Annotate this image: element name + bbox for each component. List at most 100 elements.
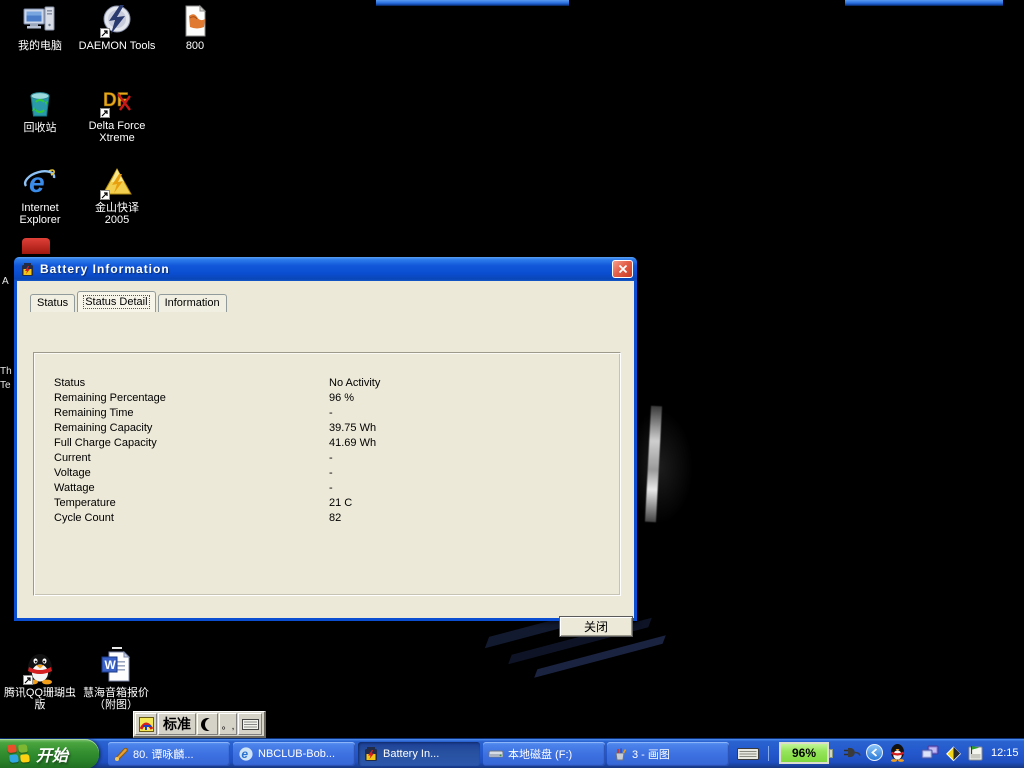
internet-explorer-icon: e (238, 746, 254, 762)
desktop-icon-daemon-tools[interactable]: DAEMON Tools (77, 4, 157, 52)
background-window-sliver[interactable] (376, 0, 569, 6)
battery-information-window: Battery Information Status Status Detail… (14, 257, 637, 621)
tab-status-detail[interactable]: Status Detail (77, 291, 155, 312)
detail-value: No Activity (329, 376, 380, 391)
detail-row: Remaining Percentage96 % (54, 391, 610, 406)
desktop-icon-delta-force[interactable]: DF Delta Force Xtreme (77, 84, 157, 144)
icon-label: Delta Force (77, 120, 157, 132)
ime-language-bar[interactable]: 标准 。, (133, 711, 266, 738)
qq-penguin-icon (23, 651, 57, 685)
detail-row: Cycle Count82 (54, 511, 610, 526)
ime-logo-button[interactable] (135, 713, 157, 735)
ime-fullwidth-button[interactable] (197, 713, 218, 735)
task-flag-tray-icon[interactable] (966, 744, 984, 762)
recycle-bin-icon (23, 86, 57, 120)
ime-logo-icon (139, 717, 154, 732)
my-computer-icon (23, 4, 57, 38)
icon-label: 2005 (77, 214, 157, 226)
desktop-icon-internet-explorer[interactable]: e Internet Explorer (0, 166, 80, 226)
start-button[interactable]: 开始 (0, 739, 99, 768)
icon-label: 800 (155, 40, 235, 52)
desktop-icon-800[interactable]: 800 (155, 4, 235, 52)
detail-value: 39.75 Wh (329, 421, 376, 436)
ime-softkeyboard-button[interactable] (238, 713, 262, 735)
delta-force-icon: DF (100, 84, 134, 118)
detail-value: - (329, 406, 333, 421)
window-titlebar[interactable]: Battery Information (14, 257, 637, 281)
tray-collapse-chevron-icon[interactable] (866, 744, 883, 761)
battery-percent-label: 96% (792, 746, 816, 760)
detail-label: Wattage (54, 481, 329, 496)
ime-punctuation-button[interactable]: 。, (219, 713, 237, 735)
language-keyboard-indicator[interactable] (737, 747, 759, 761)
hidden-desktop-icon[interactable] (22, 238, 50, 254)
detail-value: - (329, 466, 333, 481)
taskbar-button-label: 3 - 画图 (632, 746, 670, 762)
detail-row: StatusNo Activity (54, 376, 610, 391)
battery-app-icon (363, 746, 379, 762)
tab-information[interactable]: Information (158, 294, 227, 312)
taskbar-button-music[interactable]: 80. 谭咏麟... (108, 742, 230, 766)
qq-tray-icon[interactable] (889, 743, 906, 762)
network-connection-icon[interactable] (921, 745, 939, 761)
ime-mode-button[interactable]: 标准 (158, 713, 196, 735)
icon-label: 回收站 (0, 122, 80, 134)
detail-label: Temperature (54, 496, 329, 511)
shortcut-arrow-icon (100, 190, 110, 200)
desktop-icon-recycle-bin[interactable]: 回收站 (0, 86, 80, 134)
taskbar-button-ie[interactable]: e NBCLUB-Bob... (233, 742, 355, 766)
battery-window-icon (20, 262, 35, 277)
tray-clock[interactable]: 12:15 (991, 747, 1019, 759)
taskbar-button-local-disk[interactable]: 本地磁盘 (F:) (483, 742, 605, 766)
taskbar-button-paint[interactable]: 3 - 画图 (607, 742, 729, 766)
moon-icon (201, 718, 214, 731)
shortcut-arrow-icon (100, 28, 110, 38)
detail-row: Remaining Capacity39.75 Wh (54, 421, 610, 436)
desktop-icon-my-computer[interactable]: 我的电脑 (0, 4, 80, 52)
music-player-icon (113, 746, 129, 762)
daemon-tools-tray-icon[interactable] (945, 745, 962, 762)
close-x-icon (618, 264, 628, 274)
taskbar-button-label: 本地磁盘 (F:) (508, 746, 572, 762)
document-icon (178, 4, 212, 38)
detail-value: 41.69 Wh (329, 436, 376, 451)
tray-separator (768, 746, 769, 761)
word-document-icon: W (99, 651, 133, 685)
taskbar-button-label: NBCLUB-Bob... (258, 748, 335, 760)
detail-row: Wattage- (54, 481, 610, 496)
icon-label: 金山快译 (77, 202, 157, 214)
shortcut-arrow-icon (23, 675, 33, 685)
icon-label-fragment: A (2, 276, 9, 287)
tab-strip: Status Status Detail Information (30, 291, 229, 312)
tab-status[interactable]: Status (30, 294, 75, 312)
detail-row: Full Charge Capacity41.69 Wh (54, 436, 610, 451)
detail-row: Voltage- (54, 466, 610, 481)
icon-label: Internet (0, 202, 80, 214)
desktop-icon-kingsoft[interactable]: 金山快译 2005 (77, 166, 157, 226)
detail-value: 21 C (329, 496, 352, 511)
ac-plug-icon[interactable] (843, 745, 861, 760)
dialog-body: Status Status Detail Information StatusN… (17, 281, 634, 618)
detail-label: Remaining Time (54, 406, 329, 421)
word-logo-text: W (105, 658, 117, 672)
internet-explorer-icon: e (23, 166, 57, 200)
close-window-button[interactable] (612, 260, 633, 278)
taskbar-button-label: Battery In... (383, 748, 439, 760)
status-detail-panel: StatusNo Activity Remaining Percentage96… (33, 352, 621, 596)
taskbar-button-battery[interactable]: Battery In... (358, 742, 480, 766)
detail-value: 82 (329, 511, 341, 526)
icon-label-fragment: Th (0, 366, 12, 377)
svg-text:e: e (241, 747, 248, 761)
close-button[interactable]: 关闭 (559, 616, 633, 637)
icon-label: Explorer (0, 214, 80, 226)
detail-label: Status (54, 376, 329, 391)
background-window-sliver[interactable] (845, 0, 1003, 6)
desktop-icon-word-doc[interactable]: W 慧海音箱报价 （附图） (76, 651, 156, 711)
tray-battery-meter[interactable]: 96% (779, 742, 829, 764)
daemon-tools-icon (100, 4, 134, 38)
start-button-label: 开始 (36, 742, 68, 766)
icon-label: 我的电脑 (0, 40, 80, 52)
icon-label-fragment: Te (0, 380, 11, 391)
desktop-icon-qq[interactable]: 腾讯QQ珊瑚虫 版 (0, 651, 80, 711)
detail-label: Voltage (54, 466, 329, 481)
